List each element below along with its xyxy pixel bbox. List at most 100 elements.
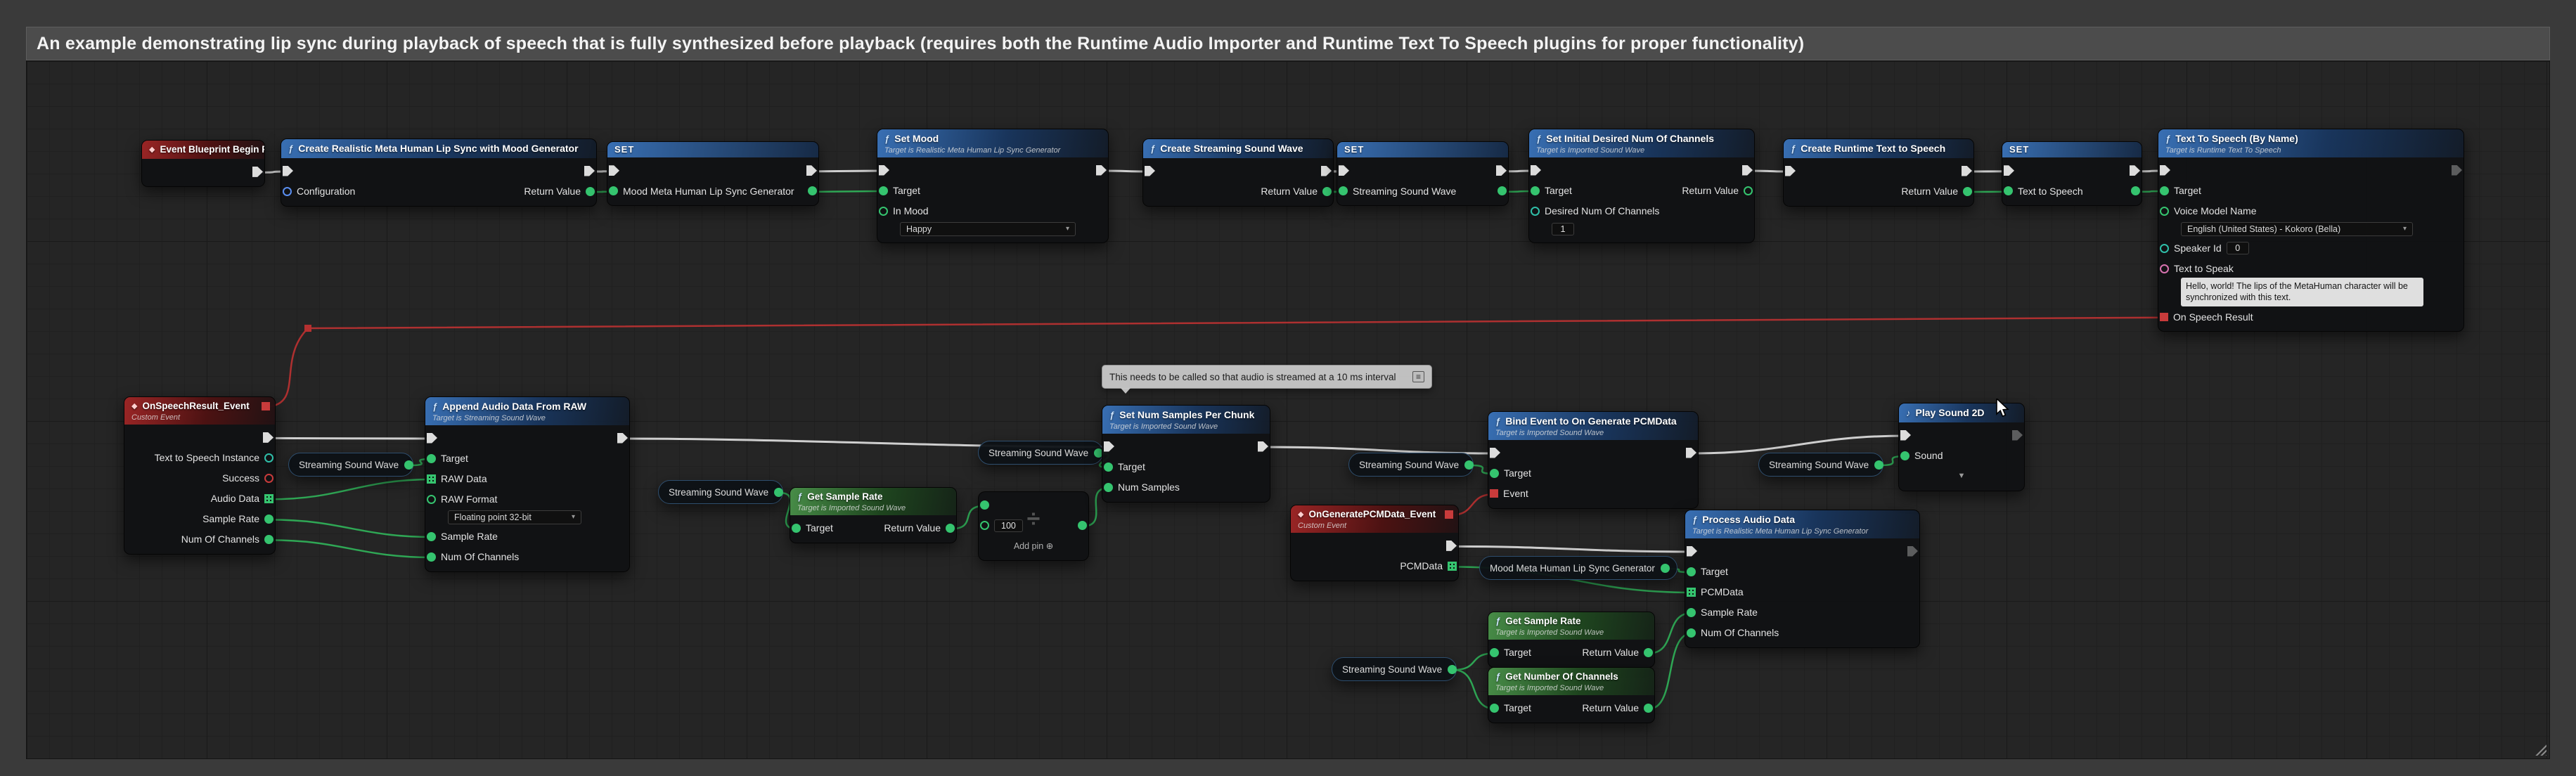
vout-pin[interactable]: [808, 186, 817, 195]
delegate-pin[interactable]: [262, 402, 270, 410]
resize-grip[interactable]: [2535, 744, 2546, 756]
node-set-mood-gen[interactable]: SETMood Meta Human Lip Sync Generator: [607, 141, 819, 206]
return-value-pin[interactable]: [1644, 704, 1653, 713]
out-pin[interactable]: [1874, 460, 1883, 470]
target-pin[interactable]: [879, 186, 888, 195]
in-pin[interactable]: [283, 166, 293, 176]
out-pin[interactable]: [1907, 546, 1918, 557]
desired-num-of-channels-pin[interactable]: [1531, 207, 1540, 216]
node-gs5[interactable]: Streaming Sound Wave: [1332, 657, 1457, 681]
voice-model-name-pin[interactable]: [2160, 207, 2169, 216]
target-pin[interactable]: [2160, 186, 2169, 195]
dropdown[interactable]: Happy▾: [900, 222, 1076, 236]
pcmdata-pin[interactable]: [1448, 562, 1457, 571]
out-pin[interactable]: [404, 460, 413, 470]
node-set-streaming[interactable]: SETStreaming Sound Wave: [1337, 141, 1509, 206]
success-pin[interactable]: [264, 474, 273, 483]
return-value-pin[interactable]: [946, 524, 955, 533]
target-pin[interactable]: [1490, 648, 1499, 657]
reroute-node[interactable]: [304, 325, 311, 332]
node-gs1[interactable]: Streaming Sound Wave: [288, 453, 413, 477]
node-mul[interactable]: ÷100Add pin ⊕: [978, 491, 1089, 561]
in-pin[interactable]: [1104, 441, 1114, 452]
node-onspeech[interactable]: ◆OnSpeechResult_EventCustom EventText to…: [124, 396, 276, 555]
in-pin[interactable]: [609, 165, 619, 176]
text-to-speech-pin[interactable]: [2004, 186, 2013, 195]
vout-pin[interactable]: [2131, 186, 2140, 195]
sample-rate-pin[interactable]: [1687, 608, 1696, 617]
configuration-pin[interactable]: [283, 187, 292, 196]
in-pin[interactable]: [1900, 430, 1911, 441]
node-process[interactable]: ƒProcess Audio DataTarget is Realistic M…: [1685, 510, 1920, 648]
node-setnum[interactable]: ƒSet Num Samples Per ChunkTarget is Impo…: [1102, 405, 1270, 503]
sample-rate-pin[interactable]: [264, 515, 273, 524]
text-to-speak-pin[interactable]: [2160, 264, 2169, 273]
raw-format-pin[interactable]: [427, 495, 436, 504]
node-begin-play[interactable]: ◆Event Blueprint Begin Play: [141, 140, 265, 187]
out-pin[interactable]: [1686, 448, 1696, 458]
node-gsr2[interactable]: ƒGet Sample RateTarget is Imported Sound…: [1488, 612, 1655, 668]
on-speech-result-pin[interactable]: [2160, 313, 2168, 321]
out-pin[interactable]: [1448, 665, 1457, 674]
out-pin[interactable]: [774, 488, 783, 497]
text-to-speech-instance-pin[interactable]: [264, 453, 273, 463]
dropdown[interactable]: English (United States) - Kokoro (Bella)…: [2181, 222, 2413, 236]
return-value-pin[interactable]: [1644, 648, 1653, 657]
graph-canvas[interactable]: ◆Event Blueprint Begin Play ƒCreate Reali…: [26, 60, 2550, 759]
return-value-pin[interactable]: [1744, 186, 1753, 195]
node-ongen[interactable]: ◆OnGeneratePCMData_EventCustom EventPCMD…: [1290, 505, 1459, 581]
out-pin[interactable]: [1661, 564, 1670, 573]
out-pin[interactable]: [1496, 165, 1507, 176]
node-gs2[interactable]: Streaming Sound Wave: [658, 480, 783, 504]
value-input[interactable]: 100: [994, 519, 1023, 532]
event-pin[interactable]: [1490, 489, 1498, 498]
return-value-pin[interactable]: [1322, 187, 1332, 196]
num-of-channels-pin[interactable]: [264, 535, 273, 544]
out-pin[interactable]: [263, 432, 273, 443]
node-gnc[interactable]: ƒGet Number Of ChannelsTarget is Importe…: [1488, 667, 1655, 723]
node-gmood[interactable]: Mood Meta Human Lip Sync Generator: [1479, 556, 1677, 580]
in-pin[interactable]: [1339, 165, 1349, 176]
node-gsr1[interactable]: ƒGet Sample RateTarget is Imported Sound…: [790, 487, 957, 543]
out-pin[interactable]: [1258, 441, 1268, 452]
node-create-streaming[interactable]: ƒCreate Streaming Sound WaveReturn Value: [1142, 138, 1334, 207]
in-mood-pin[interactable]: [879, 207, 888, 216]
node-create-realistic[interactable]: ƒCreate Realistic Meta Human Lip Sync wi…: [281, 138, 597, 207]
num-of-channels-pin[interactable]: [1687, 628, 1696, 638]
out-pin[interactable]: [1096, 165, 1107, 176]
delegate-pin[interactable]: [1445, 510, 1453, 519]
out-pin[interactable]: [584, 166, 595, 176]
node-tts[interactable]: ƒText To Speech (By Name)Target is Runti…: [2158, 129, 2464, 332]
value-input[interactable]: 0: [2227, 242, 2249, 254]
node-set-mood[interactable]: ƒSet MoodTarget is Realistic Meta Human …: [877, 129, 1109, 243]
out-pin[interactable]: [1446, 541, 1457, 551]
raw-data-pin[interactable]: [427, 474, 436, 484]
out-pin[interactable]: [1078, 521, 1087, 530]
node-gs4[interactable]: Streaming Sound Wave: [1348, 453, 1474, 477]
target-pin[interactable]: [1490, 469, 1499, 478]
node-gs6[interactable]: Streaming Sound Wave: [1758, 453, 1883, 477]
mood-meta-human-lip-sync-generator-pin[interactable]: [609, 186, 618, 195]
node-bind[interactable]: ƒBind Event to On Generate PCMDataTarget…: [1488, 411, 1699, 509]
in-pin[interactable]: [1785, 166, 1796, 176]
node-gs3[interactable]: Streaming Sound Wave: [978, 441, 1103, 465]
node-create-runtime[interactable]: ƒCreate Runtime Text to SpeechReturn Val…: [1783, 138, 1974, 207]
target-pin[interactable]: [1531, 186, 1540, 195]
num-samples-pin[interactable]: [1104, 483, 1113, 492]
node-append[interactable]: ƒAppend Audio Data From RAWTarget is Str…: [425, 396, 630, 572]
sample-rate-pin[interactable]: [427, 532, 436, 541]
speaker-id-pin[interactable]: [2160, 244, 2169, 253]
add-pin-button[interactable]: Add pin ⊕: [1014, 541, 1053, 551]
sound-pin[interactable]: [1900, 451, 1910, 460]
out-pin[interactable]: [1962, 166, 1972, 176]
value-input[interactable]: 1: [1552, 223, 1574, 235]
return-value-pin[interactable]: [586, 187, 595, 196]
b-pin[interactable]: [980, 521, 989, 530]
out-pin[interactable]: [252, 167, 263, 177]
pcmdata-pin[interactable]: [1687, 588, 1696, 597]
target-pin[interactable]: [427, 454, 436, 463]
in-pin[interactable]: [427, 433, 437, 444]
num-of-channels-pin[interactable]: [427, 552, 436, 562]
node-bubble[interactable]: This needs to be called so that audio is…: [1102, 365, 1432, 389]
in-pin[interactable]: [1531, 165, 1541, 176]
